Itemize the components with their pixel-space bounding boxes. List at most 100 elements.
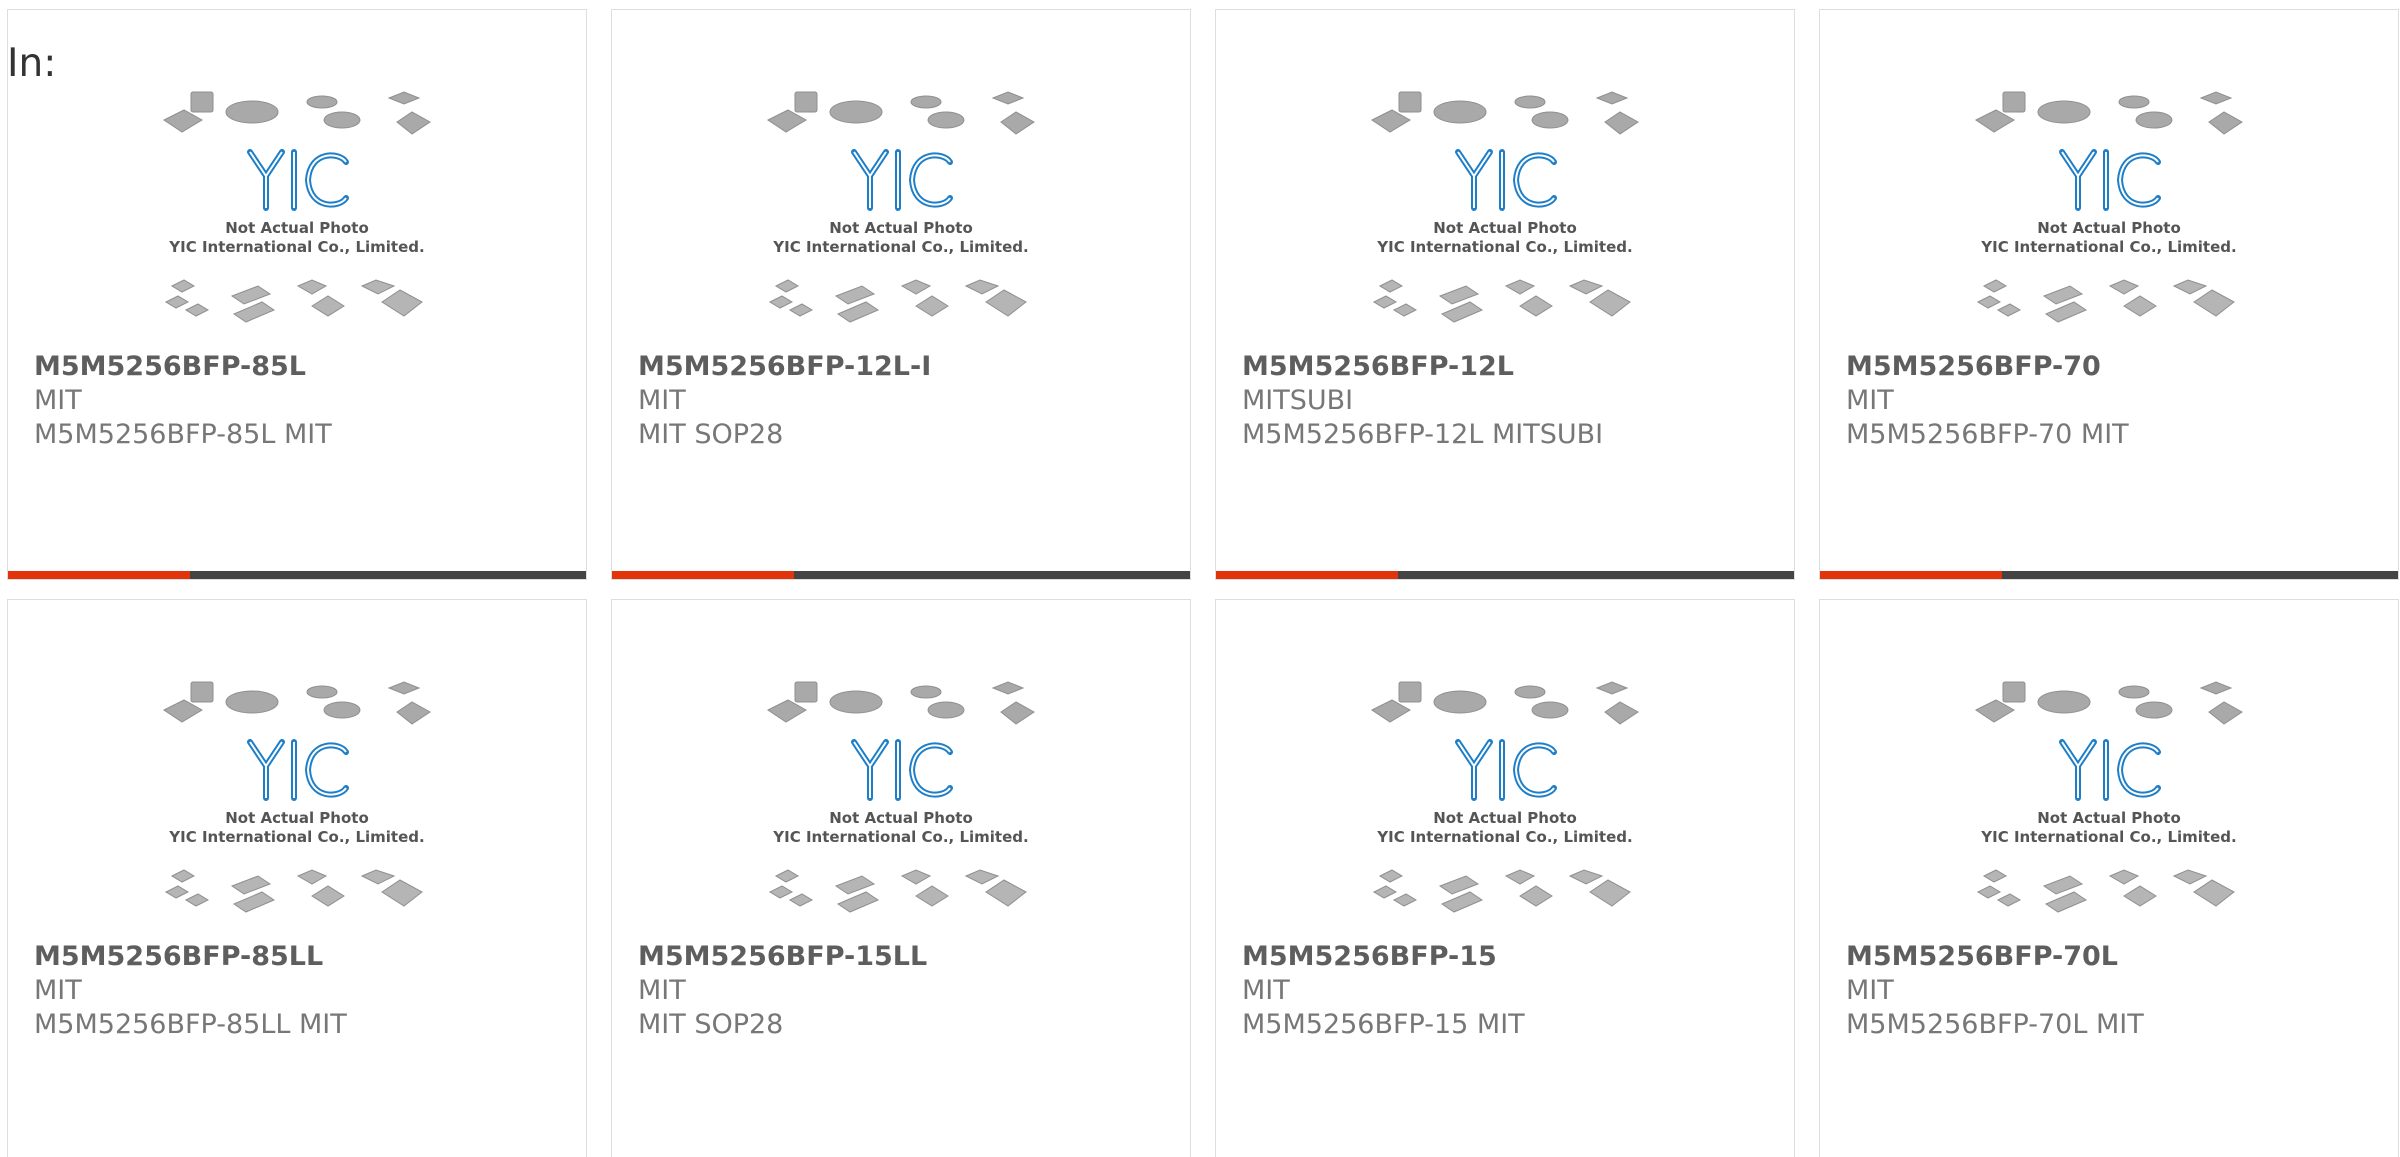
part-number[interactable]: M5M5256BFP-70L [1846, 940, 2386, 974]
manufacturer: MIT [638, 975, 686, 1006]
not-actual-photo-text: Not Actual Photo [2037, 219, 2181, 237]
manufacturer: MIT [1846, 975, 1894, 1006]
product-info: M5M5256BFP-12L MITSUBI M5M5256BFP-12L MI… [1242, 350, 1782, 452]
not-actual-photo-text: Not Actual Photo [225, 219, 369, 237]
placeholder-graphic: Not Actual PhotoYIC International Co., L… [163, 681, 431, 913]
placeholder-graphic: Not Actual PhotoYIC International Co., L… [767, 681, 1035, 913]
chip-icons-top [1975, 91, 2243, 135]
chip-icons-bottom [164, 279, 423, 323]
part-number[interactable]: M5M5256BFP-12L-I [638, 350, 1178, 384]
product-card[interactable]: Not Actual Photo YIC International Co., L… [611, 9, 1191, 580]
part-number[interactable]: M5M5256BFP-12L [1242, 350, 1782, 384]
card-divider-bar [612, 571, 1190, 579]
product-card[interactable]: Not Actual Photo YIC International Co., L… [1819, 599, 2399, 1157]
product-image[interactable]: Not Actual Photo YIC International Co., L… [8, 90, 586, 350]
chip-icons-top [1975, 681, 2243, 725]
card-divider-bar [1820, 571, 2398, 579]
chip-icons-top [767, 91, 1035, 135]
placeholder-graphic: Not Actual PhotoYIC International Co., L… [1975, 681, 2243, 913]
description: M5M5256BFP-12L MITSUBI [1242, 419, 1604, 450]
product-image[interactable]: Not Actual Photo YIC International Co., L… [1820, 90, 2398, 350]
company-name-text: YIC International Co., Limited. [1376, 828, 1632, 846]
not-actual-photo-text: Not Actual Photo [829, 219, 973, 237]
search-results-page: In: Not Actual Photo YIC International Co… [0, 0, 2400, 1157]
placeholder-graphic: Not Actual PhotoYIC International Co., L… [1371, 681, 1639, 913]
chip-icons-top [767, 681, 1035, 725]
part-number[interactable]: M5M5256BFP-70 [1846, 350, 2386, 384]
not-actual-photo-text: Not Actual Photo [1433, 809, 1577, 827]
chip-icons-bottom [164, 869, 423, 913]
chip-icons-top [163, 681, 431, 725]
part-number[interactable]: M5M5256BFP-85L [34, 350, 574, 384]
not-actual-photo-text: Not Actual Photo [1433, 219, 1577, 237]
yic-logo [1455, 739, 1557, 801]
placeholder-graphic: Not Actual PhotoYIC International Co., L… [767, 91, 1035, 323]
description: MIT SOP28 [638, 1009, 784, 1040]
product-image[interactable]: Not Actual Photo YIC International Co., L… [8, 680, 586, 940]
company-name-text: YIC International Co., Limited. [1980, 828, 2236, 846]
product-image[interactable]: Not Actual Photo YIC International Co., L… [1820, 680, 2398, 940]
product-card[interactable]: Not Actual Photo YIC International Co., L… [7, 9, 587, 580]
product-card[interactable]: Not Actual Photo YIC International Co., L… [1215, 599, 1795, 1157]
chip-icons-bottom [1976, 279, 2235, 323]
product-grid: Not Actual Photo YIC International Co., L… [7, 9, 2399, 1157]
description: M5M5256BFP-70L MIT [1846, 1009, 2144, 1040]
product-card[interactable]: Not Actual Photo YIC International Co., L… [1215, 9, 1795, 580]
manufacturer: MIT [1846, 385, 1894, 416]
manufacturer: MIT [1242, 975, 1290, 1006]
product-image[interactable]: Not Actual Photo YIC International Co., L… [612, 680, 1190, 940]
chip-icons-bottom [768, 869, 1027, 913]
chip-icons-bottom [768, 279, 1027, 323]
product-info: M5M5256BFP-85L MIT M5M5256BFP-85L MIT [34, 350, 574, 452]
description: MIT SOP28 [638, 419, 784, 450]
description: M5M5256BFP-85L MIT [34, 419, 332, 450]
not-actual-photo-text: Not Actual Photo [2037, 809, 2181, 827]
card-divider-bar [8, 571, 586, 579]
chip-icons-bottom [1372, 869, 1631, 913]
part-number[interactable]: M5M5256BFP-15 [1242, 940, 1782, 974]
placeholder-graphic: Not Actual PhotoYIC International Co., L… [163, 91, 431, 323]
company-name-text: YIC International Co., Limited. [772, 238, 1028, 256]
chip-icons-top [1371, 681, 1639, 725]
company-name-text: YIC International Co., Limited. [1980, 238, 2236, 256]
placeholder-graphic: Not Actual PhotoYIC International Co., L… [1371, 91, 1639, 323]
product-info: M5M5256BFP-70L MIT M5M5256BFP-70L MIT [1846, 940, 2386, 1042]
yic-logo [2059, 739, 2161, 801]
company-name-text: YIC International Co., Limited. [772, 828, 1028, 846]
product-card[interactable]: Not Actual Photo YIC International Co., L… [611, 599, 1191, 1157]
description: M5M5256BFP-15 MIT [1242, 1009, 1525, 1040]
product-card[interactable]: Not Actual Photo YIC International Co., L… [1819, 9, 2399, 580]
manufacturer: MIT [638, 385, 686, 416]
description: M5M5256BFP-70 MIT [1846, 419, 2129, 450]
yic-logo [851, 149, 953, 211]
company-name-text: YIC International Co., Limited. [168, 238, 424, 256]
accent-bar [1216, 571, 1398, 579]
product-info: M5M5256BFP-15 MIT M5M5256BFP-15 MIT [1242, 940, 1782, 1042]
card-divider-bar [1216, 571, 1794, 579]
chip-icons-top [1371, 91, 1639, 135]
description: M5M5256BFP-85LL MIT [34, 1009, 347, 1040]
not-actual-photo-text: Not Actual Photo [225, 809, 369, 827]
part-number[interactable]: M5M5256BFP-85LL [34, 940, 574, 974]
yic-logo [247, 739, 349, 801]
yic-logo [2059, 149, 2161, 211]
product-image[interactable]: Not Actual Photo YIC International Co., L… [612, 90, 1190, 350]
not-actual-photo-text: Not Actual Photo [829, 809, 973, 827]
product-image[interactable]: Not Actual Photo YIC International Co., L… [1216, 680, 1794, 940]
accent-bar [1820, 571, 2002, 579]
yic-logo [247, 149, 349, 211]
product-info: M5M5256BFP-85LL MIT M5M5256BFP-85LL MIT [34, 940, 574, 1042]
part-number[interactable]: M5M5256BFP-15LL [638, 940, 1178, 974]
chip-icons-bottom [1976, 869, 2235, 913]
yic-logo [1455, 149, 1557, 211]
product-card[interactable]: Not Actual Photo YIC International Co., L… [7, 599, 587, 1157]
product-info: M5M5256BFP-15LL MIT MIT SOP28 [638, 940, 1178, 1042]
product-info: M5M5256BFP-70 MIT M5M5256BFP-70 MIT [1846, 350, 2386, 452]
yic-logo [851, 739, 953, 801]
company-name-text: YIC International Co., Limited. [168, 828, 424, 846]
product-image[interactable]: Not Actual Photo YIC International Co., L… [1216, 90, 1794, 350]
placeholder-graphic: Not Actual PhotoYIC International Co., L… [1975, 91, 2243, 323]
product-info: M5M5256BFP-12L-I MIT MIT SOP28 [638, 350, 1178, 452]
chip-icons-bottom [1372, 279, 1631, 323]
chip-icons-top [163, 91, 431, 135]
